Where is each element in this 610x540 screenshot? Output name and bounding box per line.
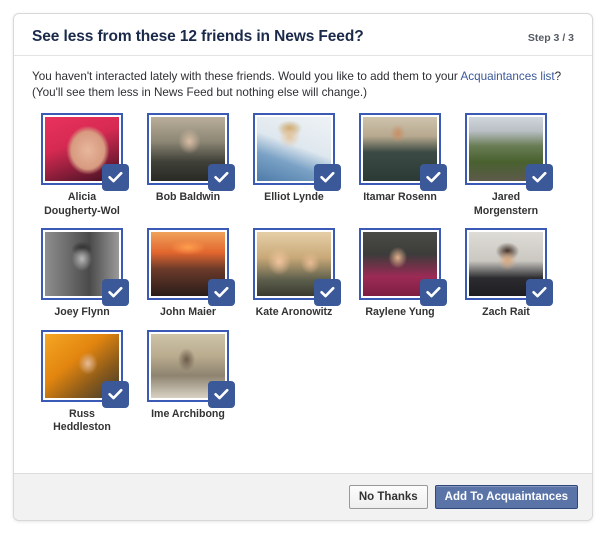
friend-thumbnail[interactable] <box>147 329 235 408</box>
friend-tile[interactable]: Russ Heddleston <box>41 329 129 435</box>
friend-name: Kate Aronowitz <box>255 306 333 318</box>
intro-text-before: You haven't interacted lately with these… <box>32 70 461 83</box>
friend-tile[interactable]: Zach Rait <box>465 228 553 320</box>
check-icon[interactable] <box>420 164 447 191</box>
check-icon[interactable] <box>526 164 553 191</box>
page-title: See less from these 12 friends in News F… <box>32 28 364 45</box>
check-icon[interactable] <box>314 164 341 191</box>
friend-thumbnail[interactable] <box>41 228 129 306</box>
friend-thumbnail[interactable] <box>465 228 553 306</box>
friend-name: Alicia Dougherty-Wol <box>44 191 120 217</box>
dialog-header: See less from these 12 friends in News F… <box>14 14 592 56</box>
no-thanks-button[interactable]: No Thanks <box>348 485 428 509</box>
check-icon[interactable] <box>102 164 129 191</box>
friend-tile[interactable]: John Maier <box>147 228 235 320</box>
friend-thumbnail[interactable] <box>359 228 447 306</box>
check-icon[interactable] <box>208 164 235 191</box>
check-icon[interactable] <box>208 380 235 408</box>
check-icon[interactable] <box>102 380 129 408</box>
friend-name: Raylene Yung <box>365 306 435 318</box>
friend-thumbnail[interactable] <box>147 228 235 306</box>
friend-name: Joey Flynn <box>54 306 110 318</box>
friend-grid: Alicia Dougherty-Wol Bob Baldwin Elliot Ly… <box>32 113 574 445</box>
add-to-acquaintances-button[interactable]: Add To Acquaintances <box>434 485 578 509</box>
friend-tile[interactable]: Itamar Rosenn <box>359 113 447 218</box>
see-less-friends-dialog: See less from these 12 friends in News F… <box>13 13 593 521</box>
friend-thumbnail[interactable] <box>41 329 129 408</box>
friend-name: John Maier <box>160 306 216 318</box>
friend-thumbnail[interactable] <box>465 113 553 191</box>
friend-thumbnail[interactable] <box>359 113 447 191</box>
friend-tile[interactable]: Elliot Lynde <box>253 113 341 218</box>
friend-tile[interactable]: Jared Morgenstern <box>465 113 553 218</box>
check-icon[interactable] <box>102 279 129 306</box>
dialog-body: You haven't interacted lately with these… <box>14 56 592 473</box>
check-icon[interactable] <box>526 279 553 306</box>
friend-tile[interactable]: Raylene Yung <box>359 228 447 320</box>
friend-name: Bob Baldwin <box>155 191 221 203</box>
friend-thumbnail[interactable] <box>147 113 235 191</box>
friend-tile[interactable]: Bob Baldwin <box>147 113 235 218</box>
friend-name: Jared Morgenstern <box>473 191 539 217</box>
check-icon[interactable] <box>208 279 235 306</box>
intro-text: You haven't interacted lately with these… <box>32 69 574 100</box>
friend-tile[interactable]: Joey Flynn <box>41 228 129 320</box>
friend-name: Itamar Rosenn <box>363 191 437 203</box>
check-icon[interactable] <box>314 279 341 306</box>
friend-thumbnail[interactable] <box>253 113 341 191</box>
friend-name: Elliot Lynde <box>264 191 324 203</box>
friend-thumbnail[interactable] <box>253 228 341 306</box>
friend-name: Russ Heddleston <box>53 407 111 434</box>
friend-name: Ime Archibong <box>151 407 225 420</box>
acquaintances-list-link[interactable]: Acquaintances list <box>460 70 554 83</box>
friend-tile[interactable]: Kate Aronowitz <box>253 228 341 320</box>
friend-tile[interactable]: Ime Archibong <box>147 329 235 435</box>
check-icon[interactable] <box>420 279 447 306</box>
dialog-footer: No Thanks Add To Acquaintances <box>14 473 592 520</box>
step-indicator: Step 3 / 3 <box>527 32 574 44</box>
friend-tile[interactable]: Alicia Dougherty-Wol <box>41 113 129 218</box>
friend-name: Zach Rait <box>482 306 530 318</box>
friend-thumbnail[interactable] <box>41 113 129 191</box>
